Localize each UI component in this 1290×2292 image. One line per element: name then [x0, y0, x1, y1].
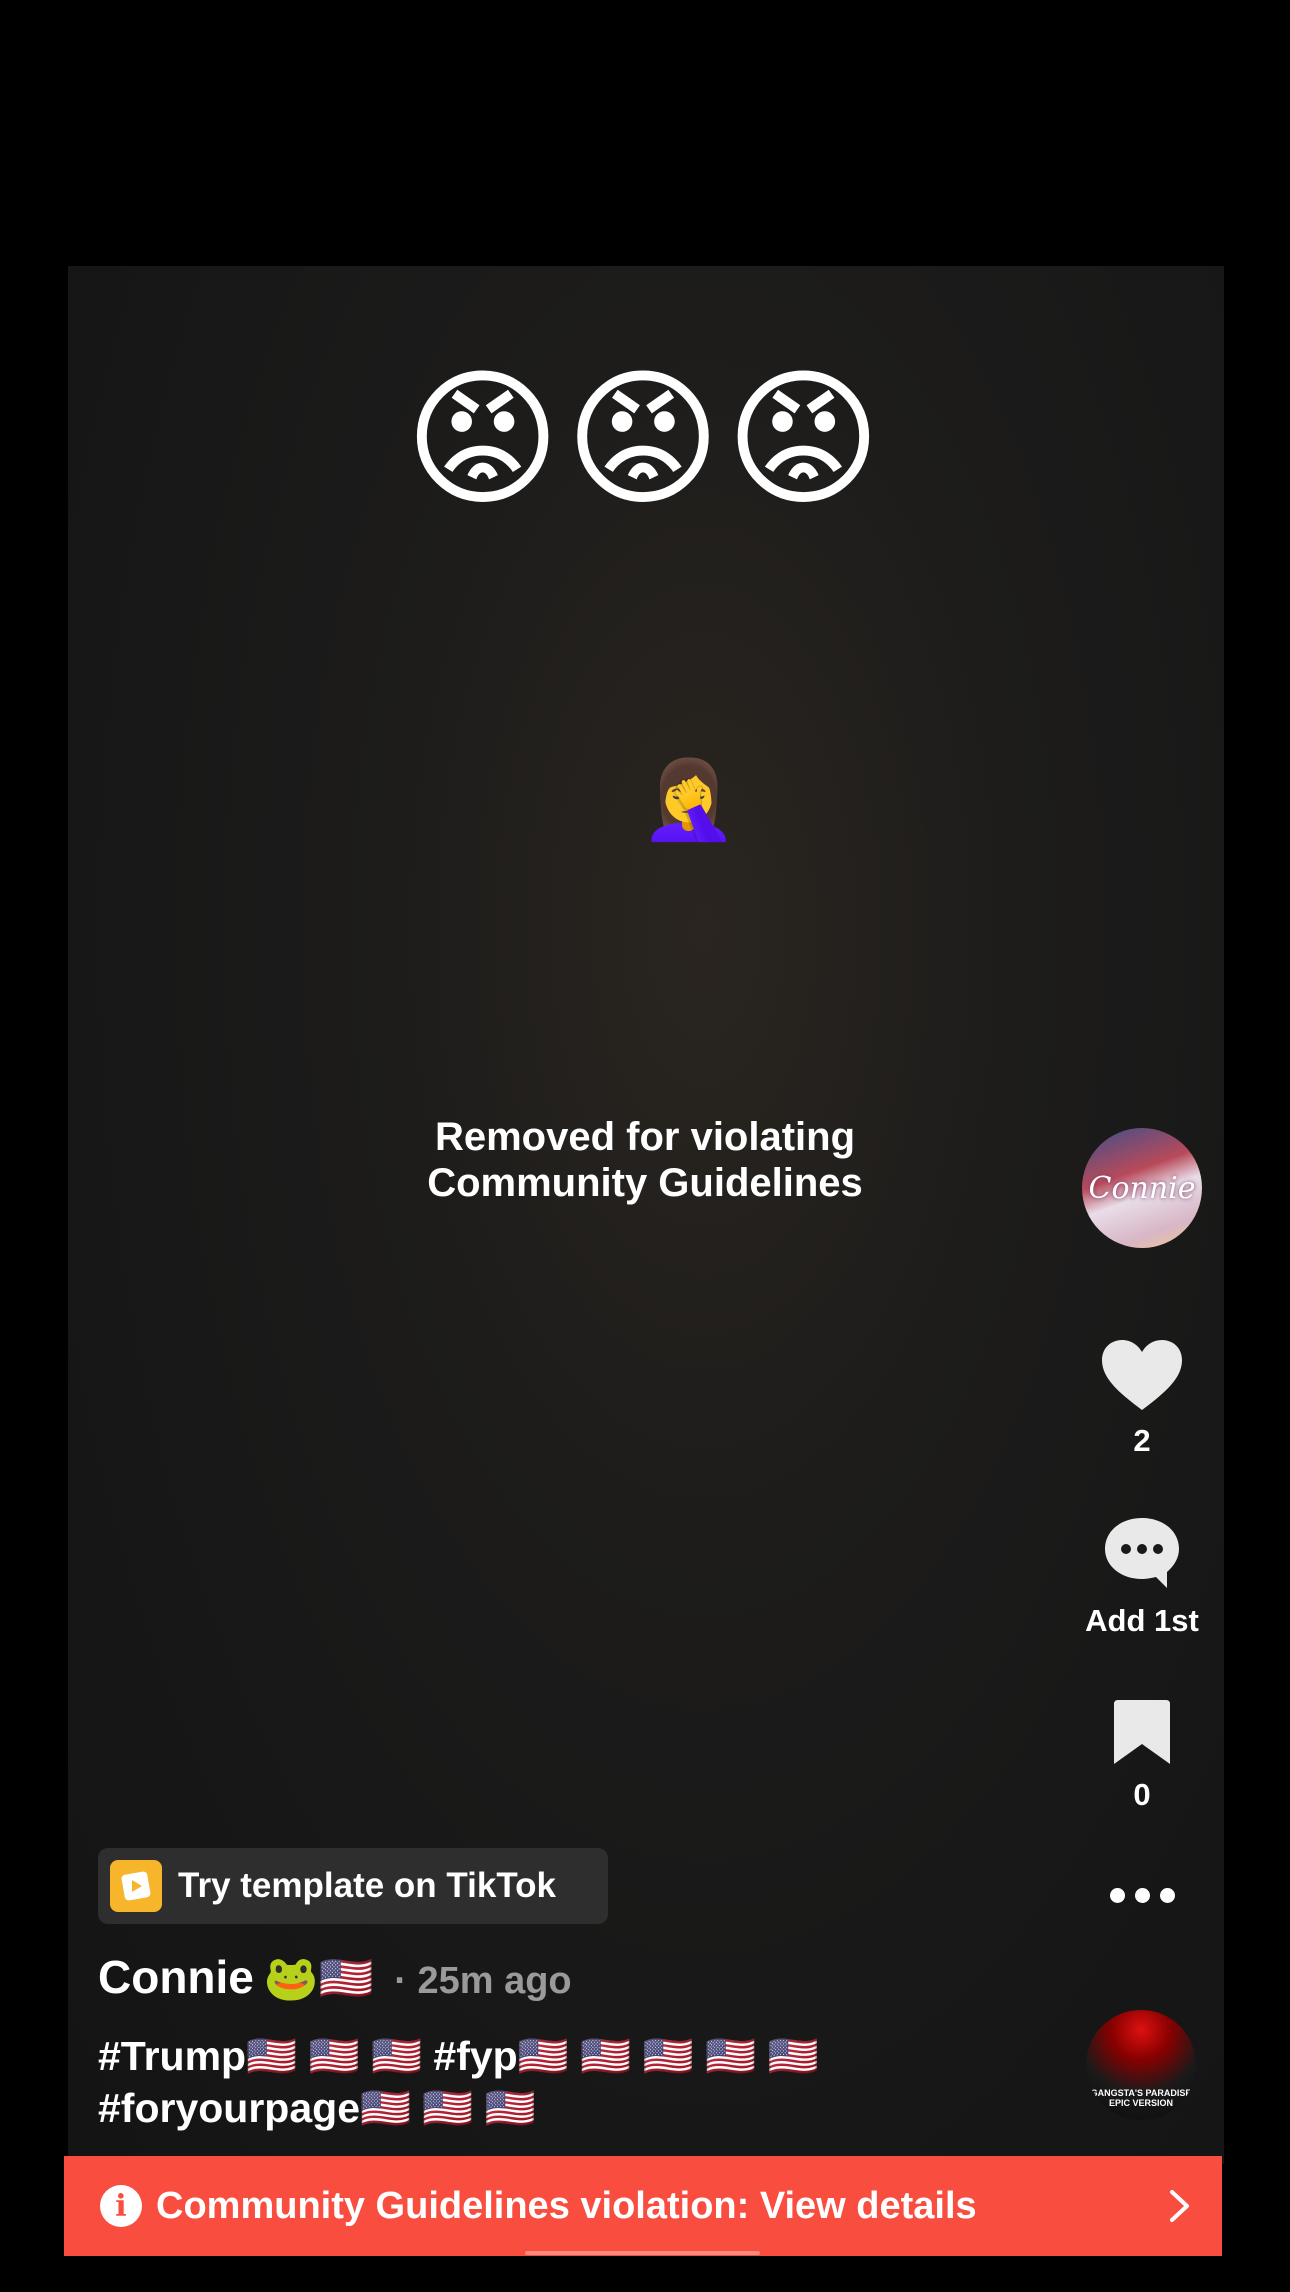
dot-icon — [1134, 1888, 1150, 1903]
dot-icon — [1159, 1888, 1175, 1903]
chevron-right-icon — [1170, 2190, 1189, 2222]
like-count: 2 — [1133, 1423, 1151, 1458]
like-button[interactable]: 2 — [1082, 1338, 1202, 1459]
template-label: Try template on TikTok — [178, 1866, 556, 1905]
dot-icon — [1109, 1888, 1125, 1903]
favorite-button[interactable]: 0 — [1082, 1698, 1202, 1813]
bookmark-icon — [1114, 1700, 1170, 1764]
avatar-text: Connie — [1088, 1170, 1196, 1206]
author-line: Connie 🐸🇺🇸 · 25m ago — [98, 1950, 572, 2004]
try-template-button[interactable]: Try template on TikTok — [98, 1848, 608, 1924]
comment-button[interactable]: Add 1st — [1082, 1514, 1202, 1639]
comment-icon — [1105, 1518, 1179, 1588]
more-options-button[interactable] — [1082, 1888, 1202, 1928]
creator-avatar[interactable]: Connie — [1082, 1128, 1202, 1248]
template-icon — [110, 1860, 162, 1912]
caption-line2[interactable]: #foryourpage🇺🇸 🇺🇸 🇺🇸 — [98, 2082, 1058, 2134]
violation-banner[interactable]: i Community Guidelines violation: View d… — [64, 2156, 1222, 2256]
author-name[interactable]: Connie — [98, 1951, 254, 2003]
info-icon: i — [100, 2185, 142, 2227]
angry-emojis: 😡😡😡 — [404, 353, 886, 527]
music-disc[interactable]: GANGSTA'S PARADISE EPIC VERSION — [1086, 2010, 1196, 2120]
violation-text: Community Guidelines violation: View det… — [156, 2184, 977, 2227]
home-indicator — [525, 2251, 760, 2255]
save-count: 0 — [1133, 1777, 1151, 1812]
heart-icon — [1102, 1340, 1182, 1410]
caption-line1[interactable]: #Trump🇺🇸 🇺🇸 🇺🇸 #fyp🇺🇸 🇺🇸 🇺🇸 🇺🇸 🇺🇸 — [98, 2030, 1058, 2082]
comment-label: Add 1st — [1085, 1603, 1199, 1638]
caption: #Trump🇺🇸 🇺🇸 🇺🇸 #fyp🇺🇸 🇺🇸 🇺🇸 🇺🇸 🇺🇸 #foryo… — [98, 2030, 1058, 2134]
facepalm-emoji: 🤦‍♀️ — [640, 755, 738, 845]
author-emojis: 🐸🇺🇸 — [263, 1953, 374, 2004]
post-time: · 25m ago — [394, 1960, 572, 2002]
